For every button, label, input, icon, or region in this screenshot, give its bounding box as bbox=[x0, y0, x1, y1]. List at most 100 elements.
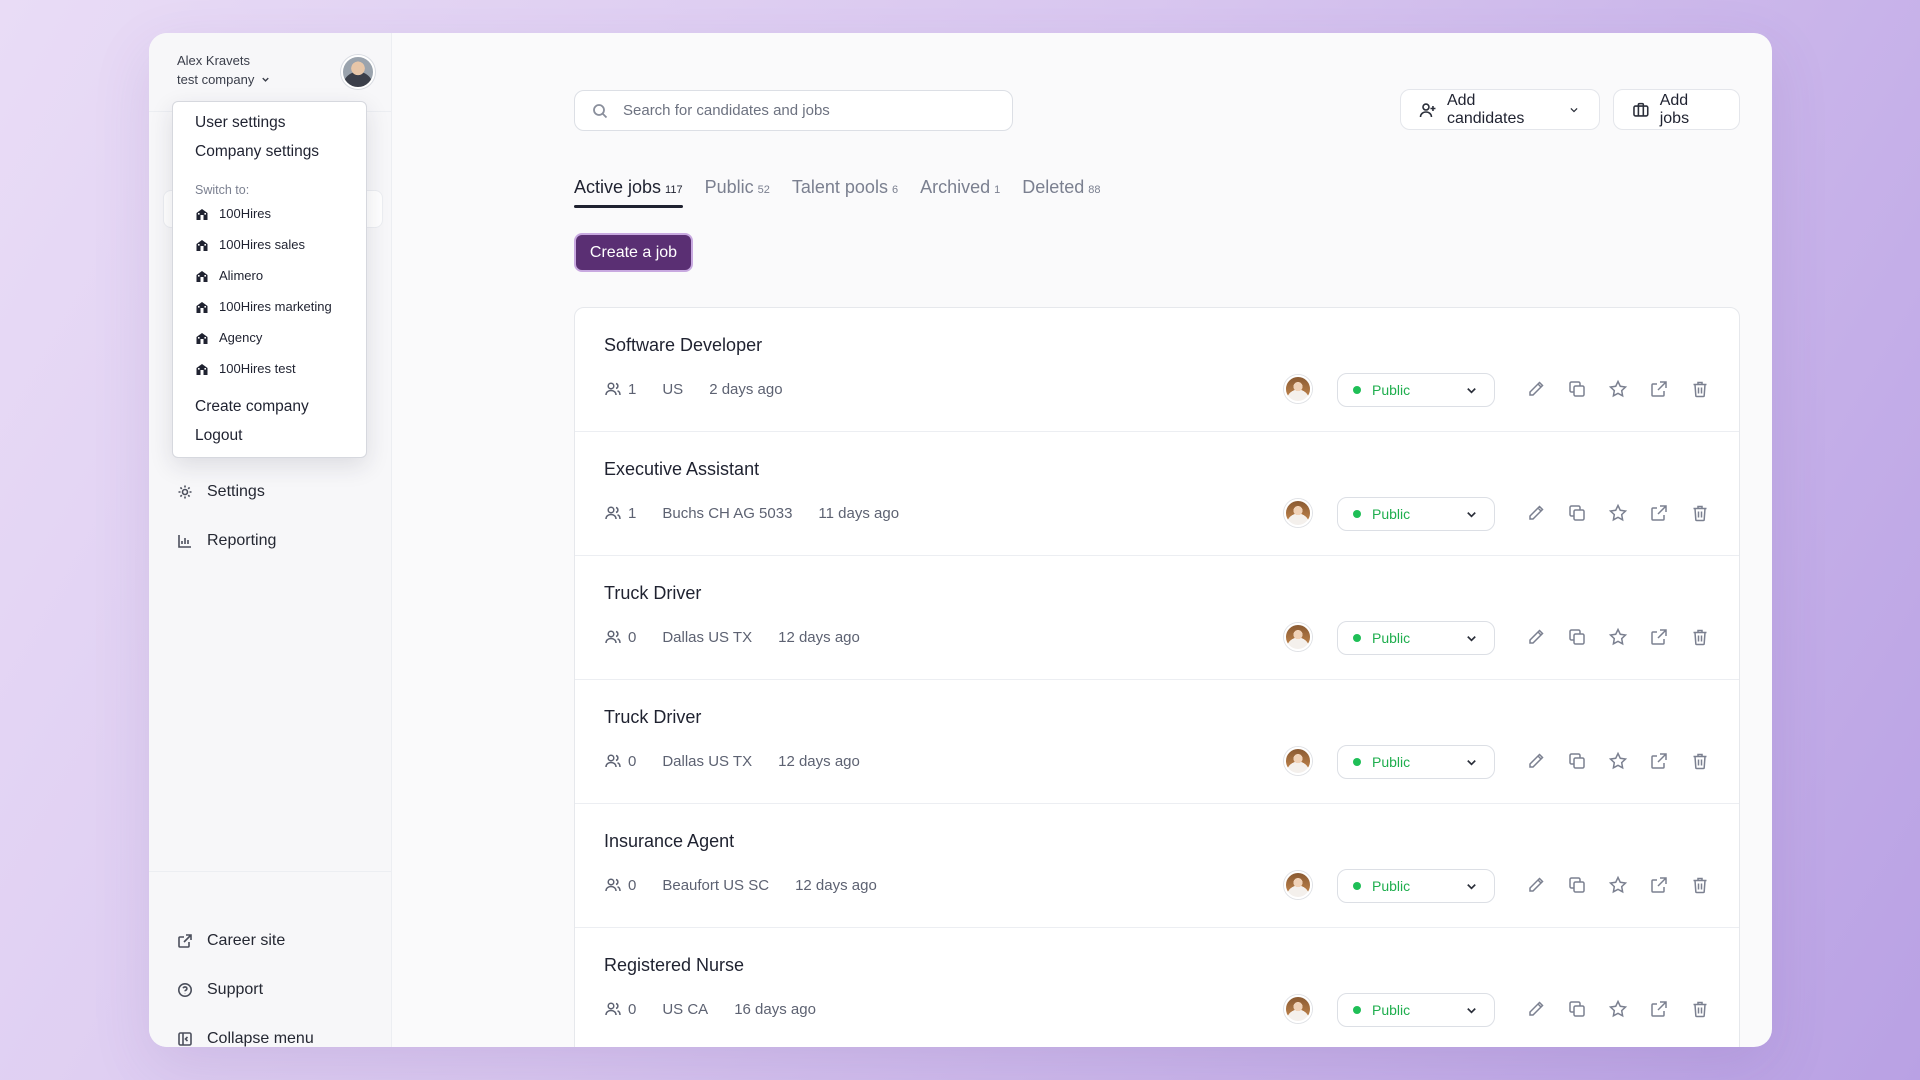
company-item[interactable]: 100Hires bbox=[195, 206, 271, 221]
edit-button[interactable] bbox=[1526, 627, 1546, 647]
job-row[interactable]: Software Developer 1 US 2 days ago Publi… bbox=[575, 308, 1739, 432]
job-row[interactable]: Insurance Agent 0 Beaufort US SC 12 days… bbox=[575, 804, 1739, 928]
owner-avatar[interactable] bbox=[1284, 747, 1312, 775]
job-age: 11 days ago bbox=[818, 504, 900, 522]
open-external-button[interactable] bbox=[1649, 751, 1669, 771]
sidebar-item-label: Support bbox=[207, 981, 264, 998]
owner-avatar[interactable] bbox=[1284, 375, 1312, 403]
job-title[interactable]: Truck Driver bbox=[604, 707, 701, 728]
delete-button[interactable] bbox=[1690, 751, 1710, 771]
job-row[interactable]: Truck Driver 0 Dallas US TX 12 days ago … bbox=[575, 680, 1739, 804]
favorite-button[interactable] bbox=[1608, 999, 1628, 1019]
company-item[interactable]: 100Hires marketing bbox=[195, 299, 332, 314]
sidebar-item-career-site[interactable]: Career site bbox=[177, 929, 285, 953]
status-dropdown[interactable]: Public bbox=[1337, 993, 1495, 1027]
copy-icon bbox=[1569, 629, 1585, 645]
job-location: US CA bbox=[662, 1000, 709, 1018]
add-candidates-button[interactable]: Add candidates bbox=[1400, 89, 1600, 130]
user-avatar[interactable] bbox=[341, 55, 375, 89]
delete-button[interactable] bbox=[1690, 379, 1710, 399]
user-block[interactable]: Alex Kravets test company bbox=[177, 53, 271, 87]
job-title[interactable]: Registered Nurse bbox=[604, 955, 744, 976]
duplicate-button[interactable] bbox=[1567, 751, 1587, 771]
open-external-button[interactable] bbox=[1649, 379, 1669, 399]
favorite-button[interactable] bbox=[1608, 503, 1628, 523]
favorite-button[interactable] bbox=[1608, 627, 1628, 647]
building-icon bbox=[196, 208, 208, 220]
edit-button[interactable] bbox=[1526, 379, 1546, 399]
status-dot bbox=[1353, 882, 1361, 890]
tab-talent-pools[interactable]: Talent pools 6 bbox=[792, 177, 898, 208]
owner-avatar[interactable] bbox=[1284, 995, 1312, 1023]
status-dropdown[interactable]: Public bbox=[1337, 745, 1495, 779]
edit-button[interactable] bbox=[1526, 751, 1546, 771]
tab-deleted[interactable]: Deleted 88 bbox=[1022, 177, 1100, 208]
duplicate-button[interactable] bbox=[1567, 875, 1587, 895]
status-dot bbox=[1353, 758, 1361, 766]
edit-button[interactable] bbox=[1526, 999, 1546, 1019]
add-jobs-button[interactable]: Add jobs bbox=[1613, 89, 1740, 130]
job-row[interactable]: Executive Assistant 1 Buchs CH AG 5033 1… bbox=[575, 432, 1739, 556]
favorite-button[interactable] bbox=[1608, 875, 1628, 895]
company-item[interactable]: 100Hires sales bbox=[195, 237, 305, 252]
status-dropdown[interactable]: Public bbox=[1337, 621, 1495, 655]
company-switcher[interactable]: test company bbox=[177, 72, 271, 87]
status-dropdown[interactable]: Public bbox=[1337, 373, 1495, 407]
trash-icon bbox=[1693, 505, 1707, 522]
open-external-button[interactable] bbox=[1649, 999, 1669, 1019]
open-external-button[interactable] bbox=[1649, 627, 1669, 647]
status-dropdown[interactable]: Public bbox=[1337, 497, 1495, 531]
company-item[interactable]: Agency bbox=[195, 330, 262, 345]
company-item[interactable]: 100Hires test bbox=[195, 361, 296, 376]
search-input[interactable] bbox=[623, 102, 993, 119]
copy-icon bbox=[1569, 1001, 1585, 1017]
sidebar-item-support[interactable]: Support bbox=[177, 978, 263, 1002]
create-job-button[interactable]: Create a job bbox=[574, 233, 693, 272]
favorite-button[interactable] bbox=[1608, 751, 1628, 771]
duplicate-button[interactable] bbox=[1567, 999, 1587, 1019]
edit-button[interactable] bbox=[1526, 875, 1546, 895]
sidebar-item-label: Career site bbox=[207, 932, 286, 949]
owner-avatar[interactable] bbox=[1284, 871, 1312, 899]
job-title[interactable]: Software Developer bbox=[604, 335, 762, 356]
tab-public[interactable]: Public 52 bbox=[705, 177, 770, 208]
company-item[interactable]: Alimero bbox=[195, 268, 263, 283]
open-external-button[interactable] bbox=[1649, 503, 1669, 523]
star-icon bbox=[1608, 627, 1628, 646]
duplicate-button[interactable] bbox=[1567, 627, 1587, 647]
edit-button[interactable] bbox=[1526, 503, 1546, 523]
tab-archived[interactable]: Archived 1 bbox=[920, 177, 1000, 208]
tab-active-jobs[interactable]: Active jobs 117 bbox=[574, 177, 683, 208]
tab-label: Talent pools bbox=[791, 177, 888, 197]
delete-button[interactable] bbox=[1690, 503, 1710, 523]
job-title[interactable]: Executive Assistant bbox=[604, 459, 759, 480]
delete-button[interactable] bbox=[1690, 875, 1710, 895]
external-link-icon bbox=[1651, 381, 1667, 397]
delete-button[interactable] bbox=[1690, 999, 1710, 1019]
sidebar-item-reporting[interactable]: Reporting bbox=[177, 529, 276, 553]
sidebar-item-settings[interactable]: Settings bbox=[177, 480, 265, 504]
create-company-item[interactable]: Create company bbox=[195, 398, 309, 416]
favorite-button[interactable] bbox=[1608, 379, 1628, 399]
logout-item[interactable]: Logout bbox=[195, 427, 242, 445]
duplicate-button[interactable] bbox=[1567, 503, 1587, 523]
status-label: Public bbox=[1372, 1002, 1411, 1018]
chart-icon bbox=[178, 535, 191, 548]
trash-icon bbox=[1693, 1001, 1707, 1018]
user-settings-item[interactable]: User settings bbox=[195, 114, 285, 132]
sidebar-item-collapse-menu[interactable]: Collapse menu bbox=[177, 1027, 314, 1047]
copy-icon bbox=[1569, 505, 1585, 521]
duplicate-button[interactable] bbox=[1567, 379, 1587, 399]
job-meta: 0 Dallas US TX 12 days ago bbox=[604, 752, 860, 770]
job-title[interactable]: Truck Driver bbox=[604, 583, 701, 604]
owner-avatar[interactable] bbox=[1284, 499, 1312, 527]
status-dropdown[interactable]: Public bbox=[1337, 869, 1495, 903]
owner-avatar[interactable] bbox=[1284, 623, 1312, 651]
delete-button[interactable] bbox=[1690, 627, 1710, 647]
job-row[interactable]: Registered Nurse 0 US CA 16 days ago Pub… bbox=[575, 928, 1739, 1047]
open-external-button[interactable] bbox=[1649, 875, 1669, 895]
company-settings-item[interactable]: Company settings bbox=[195, 143, 319, 161]
job-row[interactable]: Truck Driver 0 Dallas US TX 12 days ago … bbox=[575, 556, 1739, 680]
search-bar[interactable] bbox=[574, 90, 1013, 131]
job-title[interactable]: Insurance Agent bbox=[604, 831, 734, 852]
